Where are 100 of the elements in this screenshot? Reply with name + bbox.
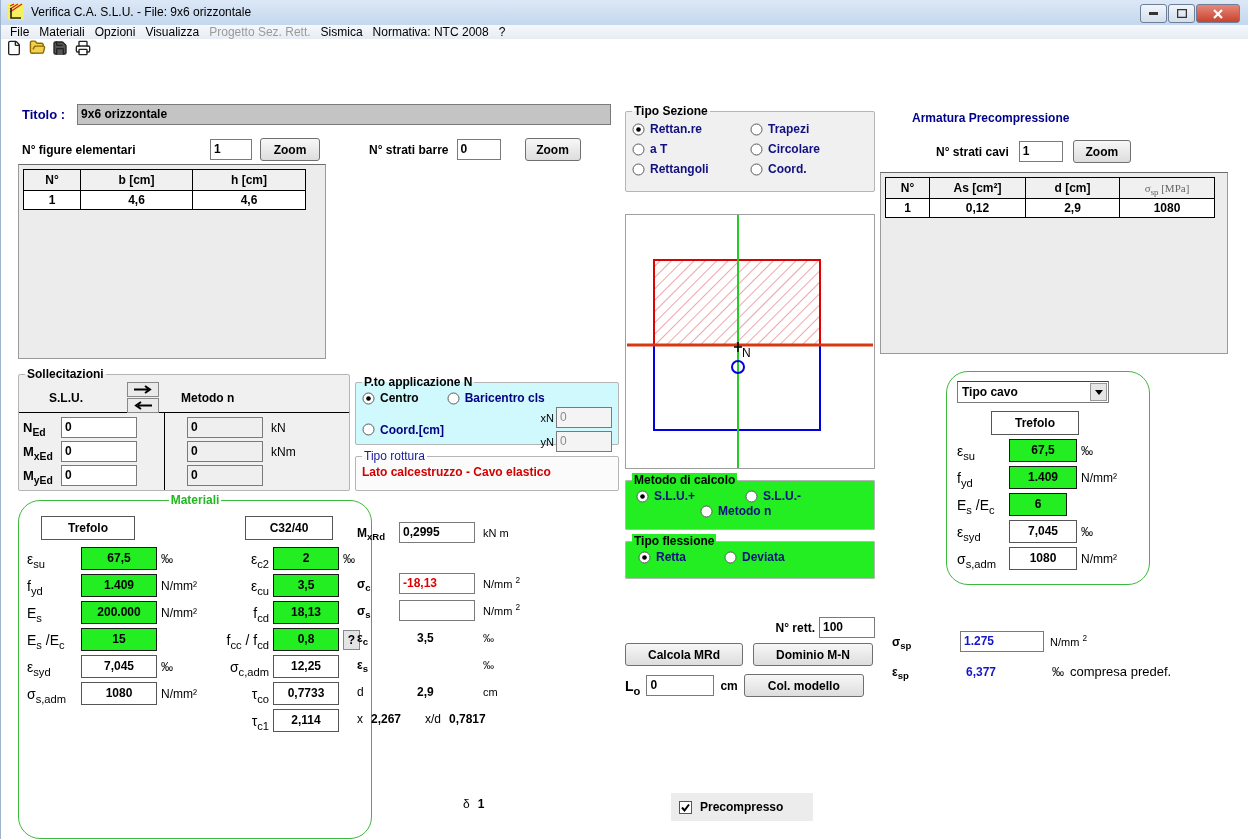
input-field[interactable]: 0 [61, 417, 137, 438]
field-label: N° rett. [775, 620, 815, 635]
arrow-left-icon [133, 401, 153, 410]
value-field: 0 [187, 465, 263, 486]
radio-option[interactable]: Coord. [750, 162, 868, 176]
input-field[interactable]: 67,5 [81, 547, 157, 570]
count-field[interactable]: 1 [210, 139, 252, 160]
quantity-label: E$_{s}$ /E$_{c}$ [27, 631, 66, 648]
input-field[interactable]: 15 [81, 628, 157, 651]
save-button[interactable] [51, 38, 69, 57]
value-field: 0,2995 [399, 522, 475, 543]
open-button[interactable] [28, 38, 46, 57]
radio-option[interactable]: S.L.U.+ [636, 489, 695, 503]
material-name: Trefolo [41, 516, 135, 540]
model-column-button[interactable]: Col. modello [743, 674, 864, 697]
group-title: Tipo Sezione [633, 104, 709, 118]
new-file-button[interactable] [5, 38, 23, 57]
quantity-label: ε$_{c2}$ [249, 550, 269, 567]
radio-option[interactable]: Rettan.re [632, 122, 750, 136]
unit-label: ‰ [483, 631, 495, 644]
menu-item[interactable]: Opzioni [89, 24, 141, 39]
quantity-label: ε$_{sp}$ [892, 664, 910, 679]
radio-option[interactable]: Coord.[cm] [362, 422, 444, 437]
menu-item[interactable]: Visualizza [140, 24, 205, 39]
unit-label: N/mm² [1081, 470, 1117, 485]
radio-option[interactable]: S.L.U.- [745, 489, 801, 503]
zoom-button[interactable]: Zoom [260, 138, 320, 161]
input-field[interactable]: 6 [1009, 493, 1067, 516]
quantity-label: δ [463, 796, 470, 811]
quantity-label: ε$_{su}$ [957, 442, 977, 459]
input-field[interactable]: 2 [273, 547, 339, 570]
menu-item[interactable]: Normativa: NTC 2008 [367, 24, 494, 39]
value-field: 0 [187, 441, 263, 462]
quantity-label: σ$_{sp}$ [892, 634, 913, 649]
input-field[interactable]: 67,5 [1009, 439, 1077, 462]
action-button[interactable]: Calcola MRd [625, 643, 743, 666]
radio-option[interactable]: Deviata [724, 550, 785, 564]
minimize-button[interactable] [1140, 4, 1167, 23]
count-field[interactable]: 100 [819, 617, 875, 638]
input-field[interactable]: 200.000 [81, 601, 157, 624]
quantity-label: ε$_{c}$ [357, 630, 370, 645]
column-header: b [cm] [81, 170, 193, 191]
unit-label: ‰ [1081, 524, 1093, 539]
input-field[interactable]: 1.409 [1009, 466, 1077, 489]
value-field: 1.275 [960, 631, 1044, 652]
length-field[interactable]: 0 [646, 675, 715, 696]
maximize-button[interactable] [1168, 4, 1195, 23]
quantity-label: f$_{cd}$ [252, 604, 269, 621]
radio-option[interactable]: Circolare [750, 142, 868, 156]
zoom-button[interactable]: Zoom [1072, 140, 1131, 163]
precompresso-checkbox[interactable]: Precompresso [671, 793, 813, 821]
radio-option[interactable]: Centro [362, 391, 419, 405]
value-field: 1080 [81, 682, 157, 705]
unit-label: cm [720, 678, 738, 693]
material-name: Trefolo [991, 411, 1079, 435]
close-button[interactable] [1196, 4, 1240, 23]
quantity-label: E$_{s}$ /E$_{c}$ [957, 496, 996, 513]
point-label: N [742, 346, 751, 360]
quantity-label: τ$_{c1}$ [250, 712, 269, 729]
quantity-label: f$_{cc}$ / f$_{cd}$ [225, 631, 269, 648]
unit-label: kN [271, 420, 286, 435]
count-field[interactable]: 1 [1018, 141, 1063, 162]
input-field[interactable]: 1.409 [81, 574, 157, 597]
radio-option[interactable]: Retta [638, 550, 686, 564]
input-field[interactable]: 0,8 [273, 628, 339, 651]
table-cell: 0,12 [930, 199, 1026, 218]
value-field: 12,25 [273, 655, 339, 678]
zoom-button[interactable]: Zoom [524, 138, 581, 161]
radio-option[interactable]: Rettangoli [632, 162, 750, 176]
menu-item[interactable]: Sismica [315, 24, 368, 39]
menu-item[interactable]: Materiali [34, 24, 90, 39]
input-field[interactable]: 0 [61, 441, 137, 462]
title-field[interactable]: 9x6 orizzontale [77, 104, 612, 125]
radio-option[interactable]: Baricentro cls [446, 391, 545, 405]
input-field[interactable]: 18,13 [273, 601, 339, 624]
cable-type-dropdown[interactable]: Tipo cavo [957, 381, 1109, 403]
folder-icon [28, 39, 46, 57]
column-header: N° [886, 178, 930, 199]
unit-label: cm [483, 685, 499, 698]
coordinate-label: xN [540, 411, 554, 424]
unit-label: N/mm $^{2}$ [483, 604, 521, 617]
value-text: 0,7817 [449, 711, 486, 726]
print-button[interactable] [74, 38, 92, 57]
input-field[interactable]: 0 [61, 465, 137, 486]
menu-item[interactable]: ? [493, 24, 511, 39]
quantity-label: E$_{s}$ [27, 604, 43, 621]
action-button[interactable]: Dominio M-N [753, 643, 873, 666]
unit-label: ‰ [1081, 443, 1093, 458]
unit-label: ‰ [161, 659, 173, 674]
copy-right-button[interactable] [127, 382, 159, 397]
radio-option[interactable]: Trapezi [750, 122, 868, 136]
count-field[interactable]: 0 [456, 139, 501, 160]
copy-left-button[interactable] [127, 398, 159, 413]
unit-label: ‰ [343, 551, 355, 566]
group-title: P.to applicazione N [363, 375, 474, 389]
radio-option[interactable]: a T [632, 142, 750, 156]
radio-option[interactable]: Metodo n [700, 504, 772, 518]
quantity-label: d [357, 684, 365, 699]
input-field[interactable]: 3,5 [273, 574, 339, 597]
menu-item[interactable]: File [5, 24, 35, 39]
